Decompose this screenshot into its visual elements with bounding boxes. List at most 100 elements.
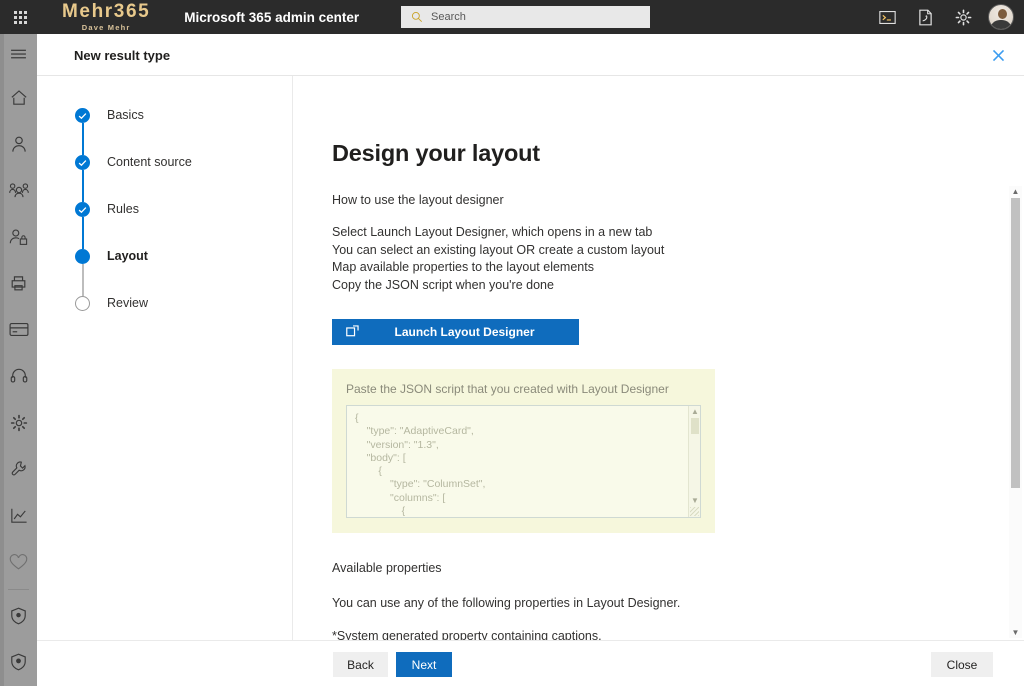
wizard-step-label: Rules [107,202,139,216]
content-area: Design your layout How to use the layout… [293,76,1024,640]
step-connector [82,170,84,202]
json-textarea-value: { "type": "AdaptiveCard", "version": "1.… [355,412,486,518]
wizard-step-review[interactable]: Review [75,296,192,343]
scroll-down-arrow-icon[interactable]: ▼ [1009,628,1022,637]
wizard-nav: Basics Content source Rules Layout Revie… [37,76,293,640]
app-launcher-icon[interactable] [0,0,40,34]
scroll-up-arrow-icon[interactable]: ▲ [1009,187,1022,196]
close-button[interactable]: Close [931,652,993,677]
sidebar-item-setup[interactable] [0,446,37,493]
settings-icon [10,414,27,431]
available-properties-text: You can use any of the following propert… [332,596,681,610]
avatar-body [990,20,1012,29]
wizard-step-rules[interactable]: Rules [75,202,192,249]
hamburger-icon[interactable] [0,34,37,74]
global-search-placeholder: Search [431,11,466,23]
wizard-step-basics[interactable]: Basics [75,108,192,155]
wizard-step-label: Layout [107,249,148,263]
roles-icon [9,229,28,245]
wizard-steps: Basics Content source Rules Layout Revie… [75,108,192,343]
scrollbar-thumb[interactable] [691,418,699,434]
sidebar-item-resources[interactable] [0,260,37,307]
page-title: New result type [74,48,171,63]
avatar[interactable] [988,4,1014,30]
available-properties-note: *System generated property containing ca… [332,629,602,640]
rail-edge [0,34,4,686]
gear-icon[interactable] [946,0,980,34]
step-connector [82,123,84,155]
step-bullet-done [75,108,90,123]
sidebar-item-support[interactable] [0,353,37,400]
brand-subtitle: Dave Mehr [81,23,131,33]
step-bullet-done [75,155,90,170]
scroll-down-arrow-icon[interactable]: ▼ [691,496,699,505]
wizard-step-label: Content source [107,155,192,169]
wizard-step-content-source[interactable]: Content source [75,155,192,202]
scrollbar-thumb[interactable] [1011,198,1020,488]
scroll-up-arrow-icon[interactable]: ▲ [691,407,699,416]
sidebar-item-billing[interactable] [0,307,37,354]
panel-body: Basics Content source Rules Layout Revie… [37,76,1024,640]
json-field-label: Paste the JSON script that you created w… [346,382,669,396]
json-paste-section: Paste the JSON script that you created w… [332,369,715,533]
compliance-icon [11,653,26,671]
content-inner: Design your layout How to use the layout… [332,76,952,640]
users-icon [11,136,26,152]
health-icon [9,553,28,570]
suite-bar: Mehr365 Dave Mehr Microsoft 365 admin ce… [0,0,1024,34]
resources-icon [11,276,26,291]
reports-icon [10,509,27,524]
sidebar-item-health[interactable] [0,539,37,586]
next-button[interactable]: Next [396,652,452,677]
setup-icon [11,461,26,476]
search-icon [411,11,423,23]
brand-name: Mehr365 [62,1,151,23]
available-properties-heading: Available properties [332,561,442,575]
json-textarea[interactable]: { "type": "AdaptiveCard", "version": "1.… [346,405,701,518]
wizard-step-label: Review [107,296,148,310]
wizard-step-layout[interactable]: Layout [75,249,192,296]
security-icon [11,607,26,625]
rail-divider [8,588,29,590]
step-connector [82,264,84,296]
sidebar-item-home[interactable] [0,74,37,121]
global-search-input[interactable]: Search [401,6,650,28]
teams-groups-icon [8,183,29,198]
back-button[interactable]: Back [333,652,388,677]
wizard-panel: New result type Basics Content source Ru… [37,34,1024,686]
suite-bar-actions [870,0,1018,34]
launch-button-label: Launch Layout Designer [394,325,535,339]
panel-header: New result type [37,34,1024,76]
support-icon [10,369,27,383]
home-icon [10,89,27,105]
sidebar-item-security[interactable] [0,593,37,640]
step-bullet-current [75,249,90,264]
sidebar-item-settings[interactable] [0,400,37,447]
avatar-head [997,9,1007,19]
step-connector [82,217,84,249]
step-bullet-done [75,202,90,217]
sidebar-item-roles[interactable] [0,214,37,261]
sidebar-item-reports[interactable] [0,493,37,540]
sidebar-item-teams-groups[interactable] [0,167,37,214]
content-heading: Design your layout [332,140,540,166]
json-textarea-scrollbar[interactable]: ▲ ▼ [688,406,700,517]
waffle-grid [13,10,27,24]
panel-footer: Back Next Close [37,640,1024,686]
billing-icon [9,323,29,337]
launch-layout-designer-button[interactable]: Launch Layout Designer [332,319,579,345]
wizard-step-label: Basics [107,108,144,122]
content-scrollbar[interactable]: ▲ ▼ [1009,186,1022,638]
close-icon[interactable] [984,41,1012,69]
console-icon[interactable] [870,0,904,34]
open-in-new-tab-icon [346,325,359,340]
brand-logo[interactable]: Mehr365 Dave Mehr [62,2,150,32]
howto-heading: How to use the layout designer [332,193,504,207]
step-bullet-todo [75,296,90,311]
left-nav-rail [0,34,37,686]
suite-title: Microsoft 365 admin center [184,9,360,25]
whats-new-icon[interactable] [908,0,942,34]
resize-grip-icon[interactable] [690,507,699,516]
sidebar-item-compliance[interactable] [0,639,37,686]
sidebar-item-users[interactable] [0,121,37,168]
